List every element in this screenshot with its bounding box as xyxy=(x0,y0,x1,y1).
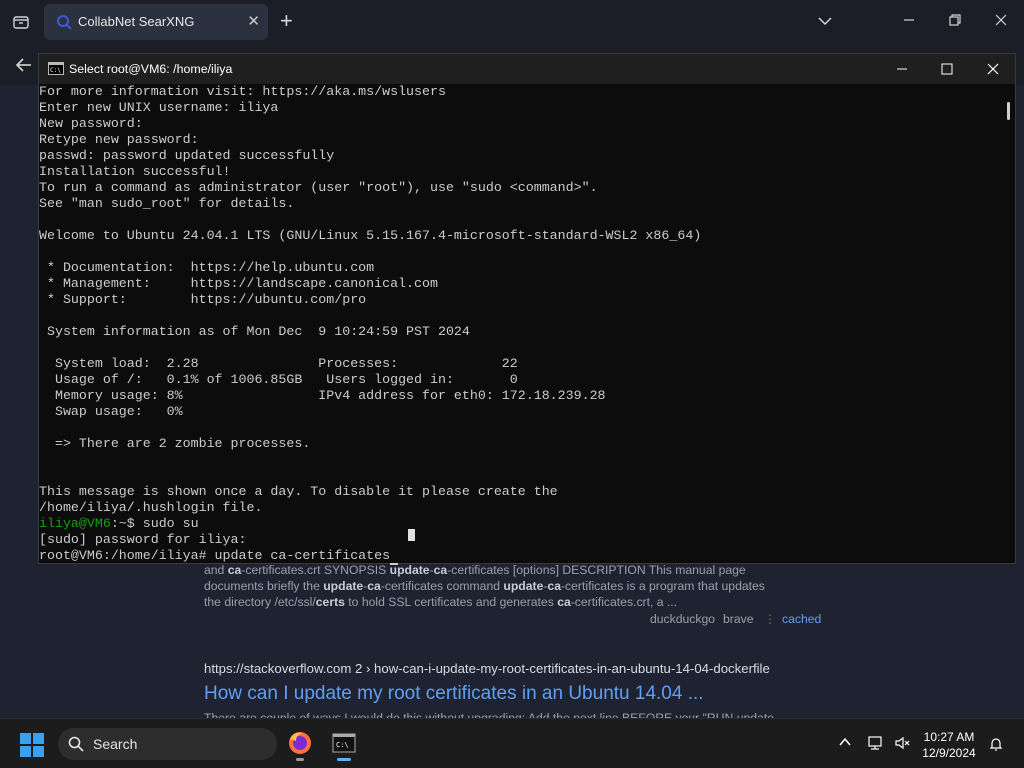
terminal-line: Retype new password: xyxy=(39,132,199,147)
taskbar-firefox[interactable] xyxy=(284,727,316,761)
terminal-line: For more information visit: https://aka.… xyxy=(39,84,446,99)
sudo-line: [sudo] password for iliya: xyxy=(39,532,247,547)
terminal-line: * Support: https://ubuntu.com/pro xyxy=(39,292,367,307)
terminal-line: Welcome to Ubuntu 24.04.1 LTS (GNU/Linux… xyxy=(39,228,702,243)
terminal-minimize-button[interactable] xyxy=(893,60,911,78)
terminal-line: /home/iliya/.hushlogin file. xyxy=(39,500,263,515)
browser-close-button[interactable] xyxy=(991,10,1011,30)
terminal-line: System load: 2.28 Processes: 22 xyxy=(39,356,518,371)
network-icon[interactable] xyxy=(868,735,886,751)
terminal-scrollbar-thumb[interactable] xyxy=(1007,102,1010,120)
browser-restore-button[interactable] xyxy=(945,10,965,30)
terminal-line: Usage of /: 0.1% of 1006.85GB Users logg… xyxy=(39,372,518,387)
volume-muted-icon[interactable] xyxy=(894,735,910,751)
tab-title: CollabNet SearXNG xyxy=(78,14,195,29)
terminal-line: * Management: https://landscape.canonica… xyxy=(39,276,438,291)
result-snippet-line-2: documents briefly the update-ca-certific… xyxy=(204,579,765,593)
taskbar-search-box[interactable]: Search xyxy=(58,728,277,760)
svg-text:C:\: C:\ xyxy=(336,741,349,749)
terminal-line: Enter new UNIX username: iliya xyxy=(39,100,279,115)
firefox-running-indicator xyxy=(296,758,304,761)
terminal-line: => There are 2 zombie processes. xyxy=(39,436,311,451)
firefox-icon xyxy=(289,732,311,754)
clock-time: 10:27 AM xyxy=(923,730,975,744)
text-cursor xyxy=(390,563,398,565)
terminal-title-bar[interactable]: C:\ Select root@VM6: /home/iliya xyxy=(39,54,1015,84)
browser-minimize-button[interactable] xyxy=(899,10,919,30)
engine-brave: brave xyxy=(723,612,754,626)
notification-bell-icon[interactable] xyxy=(988,736,1004,752)
windows-start-icon[interactable] xyxy=(20,733,44,757)
taskbar-clock[interactable]: 10:27 AM 12/9/2024 xyxy=(914,729,984,761)
terminal-line: Memory usage: 8% IPv4 address for eth0: … xyxy=(39,388,606,403)
root-command-line: root@VM6:/home/iliya# update ca-certific… xyxy=(39,548,391,563)
prompt-line: iliya@VM6:~$ sudo su xyxy=(39,516,199,532)
browser-tab-bar: CollabNet SearXNG ✕ + xyxy=(0,0,1024,45)
tab-close-icon[interactable]: ✕ xyxy=(247,12,260,30)
taskbar: Search C:\ 10:27 AM 12/9/2024 xyxy=(0,718,1024,768)
chevron-down-icon[interactable] xyxy=(817,14,833,28)
terminal-scrollbar[interactable] xyxy=(999,84,1015,563)
result-snippet-cut: There are couple of ways I would do this… xyxy=(204,711,775,718)
clock-date: 12/9/2024 xyxy=(922,746,976,760)
terminal-line: To run a command as administrator (user … xyxy=(39,180,598,195)
terminal-line: Installation successful! xyxy=(39,164,231,179)
terminal-line: Swap usage: 0% xyxy=(39,404,183,419)
terminal-line: * Documentation: https://help.ubuntu.com xyxy=(39,260,375,275)
result-title-link[interactable]: How can I update my root certificates in… xyxy=(204,683,704,705)
back-arrow-icon[interactable] xyxy=(14,55,34,75)
terminal-app-icon: C:\ xyxy=(48,62,64,75)
terminal-maximize-button[interactable] xyxy=(938,60,956,78)
taskbar-terminal[interactable]: C:\ xyxy=(328,727,360,761)
terminal-line: See "man sudo_root" for details. xyxy=(39,196,295,211)
new-tab-button[interactable]: + xyxy=(280,10,293,32)
engine-duckduckgo: duckduckgo xyxy=(650,612,716,626)
terminal-line: System information as of Mon Dec 9 10:24… xyxy=(39,324,470,339)
result-snippet-line-3: the directory /etc/ssl/certs to hold SSL… xyxy=(204,595,678,609)
terminal-window[interactable]: C:\ Select root@VM6: /home/iliya iliya@V… xyxy=(38,53,1016,565)
result-url[interactable]: https://stackoverflow.com 2 › how-can-i-… xyxy=(204,661,770,676)
terminal-icon: C:\ xyxy=(332,733,356,753)
terminal-title: Select root@VM6: /home/iliya xyxy=(69,62,233,76)
tab-searxng[interactable]: CollabNet SearXNG ✕ xyxy=(44,4,268,40)
chevron-up-icon[interactable] xyxy=(838,735,852,749)
meta-separator: ⋮ xyxy=(764,612,777,626)
searxng-favicon-icon xyxy=(57,15,72,30)
cached-link[interactable]: cached xyxy=(782,612,821,626)
terminal-active-indicator xyxy=(337,758,351,761)
prompt-user: iliya@VM6 xyxy=(39,516,111,531)
terminal-output[interactable]: iliya@VM6:~$ sudo su [sudo] password for… xyxy=(39,84,999,565)
mouse-cursor-block xyxy=(408,529,415,541)
result-snippet-line-1: and ca-certificates.crt SYNOPSIS update-… xyxy=(204,563,746,577)
tab-actions-icon[interactable] xyxy=(12,13,30,31)
search-icon xyxy=(68,736,84,752)
terminal-line: This message is shown once a day. To dis… xyxy=(39,484,558,499)
terminal-close-button[interactable] xyxy=(984,60,1002,78)
prompt-command: :~$ sudo su xyxy=(110,516,199,531)
terminal-line: passwd: password updated successfully xyxy=(39,148,335,163)
svg-text:C:\: C:\ xyxy=(50,67,61,74)
terminal-line: New password: xyxy=(39,116,143,131)
search-label: Search xyxy=(93,736,138,752)
